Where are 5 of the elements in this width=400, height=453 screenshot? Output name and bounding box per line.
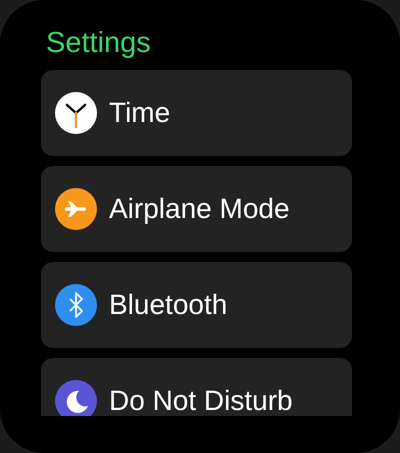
settings-item[interactable]: Time [41,70,352,156]
settings-item[interactable]: Airplane Mode [41,166,352,252]
settings-item[interactable]: Do Not Disturb [41,358,352,416]
screen-title: Settings [45,26,151,61]
settings-item[interactable]: Bluetooth [41,262,352,348]
